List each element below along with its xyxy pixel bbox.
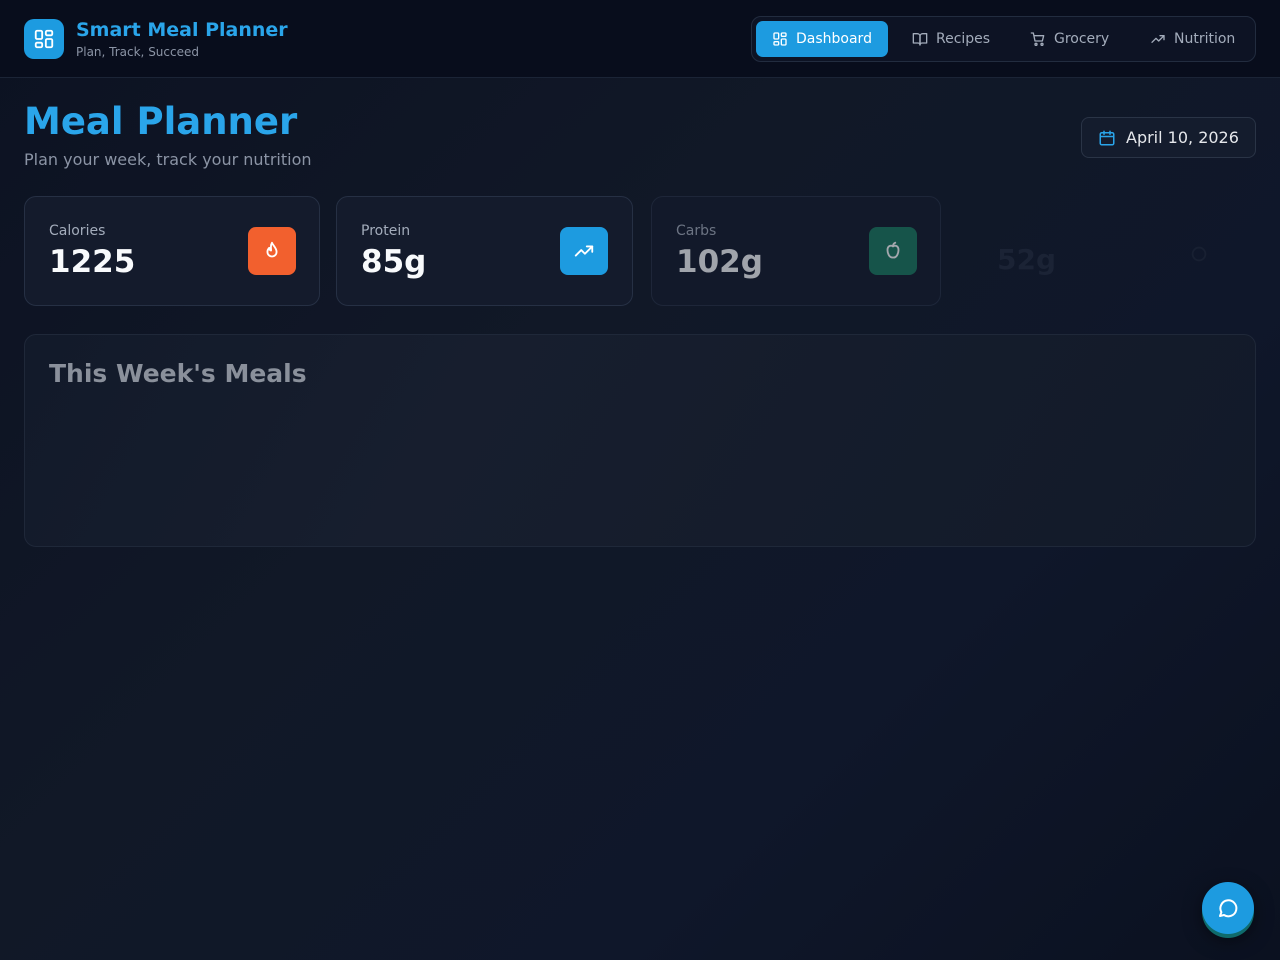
date-picker[interactable]: April 10, 2026 xyxy=(1081,117,1256,158)
stat-value-faded: 52g xyxy=(997,243,1057,276)
trending-up-icon xyxy=(1151,35,1165,43)
book-open-icon xyxy=(912,33,928,46)
app-title: Smart Meal Planner xyxy=(76,19,288,41)
current-date: April 10, 2026 xyxy=(1126,128,1239,147)
app-logo[interactable] xyxy=(24,19,64,59)
nav-nutrition[interactable]: Nutrition xyxy=(1134,21,1249,57)
nav-dashboard-label: Dashboard xyxy=(796,31,872,47)
flame-icon xyxy=(266,241,278,258)
main-nav: Dashboard Recipes Grocery Nutrition xyxy=(751,16,1256,62)
apple-icon xyxy=(886,241,900,259)
dashboard-grid-icon xyxy=(773,32,787,46)
section-title: This Week's Meals xyxy=(49,359,307,388)
stat-icon-box xyxy=(248,227,296,275)
stat-icon-box xyxy=(560,227,608,275)
nav-nutrition-label: Nutrition xyxy=(1174,31,1236,47)
trending-up-icon xyxy=(574,245,594,257)
chat-button[interactable] xyxy=(1202,882,1254,934)
stat-label: Calories xyxy=(49,223,106,239)
chat-bubble-icon xyxy=(1219,899,1238,918)
app-tagline: Plan, Track, Succeed xyxy=(76,45,199,59)
calendar-icon xyxy=(1099,130,1115,145)
stat-value: 85g xyxy=(361,244,427,280)
stat-value: 1225 xyxy=(49,244,136,280)
page-subtitle: Plan your week, track your nutrition xyxy=(24,150,312,169)
stat-label: Protein xyxy=(361,223,411,239)
app-header: Smart Meal Planner Plan, Track, Succeed … xyxy=(0,0,1280,78)
shopping-cart-icon xyxy=(1030,32,1045,46)
dashboard-grid-icon xyxy=(34,29,54,49)
stat-card-protein: Protein 85g xyxy=(336,196,633,306)
nav-grocery-label: Grocery xyxy=(1054,31,1110,47)
nav-dashboard[interactable]: Dashboard xyxy=(756,21,888,57)
page-title: Meal Planner xyxy=(24,100,298,143)
stat-icon-box xyxy=(869,227,917,275)
weekly-meals-panel: This Week's Meals xyxy=(24,334,1256,547)
stat-label: Carbs xyxy=(676,223,717,239)
stat-value: 102g xyxy=(676,244,763,280)
stat-card-carbs: Carbs 102g xyxy=(651,196,941,306)
nav-recipes-label: Recipes xyxy=(936,31,991,47)
stat-card-calories: Calories 1225 xyxy=(24,196,320,306)
stat-icon-faded xyxy=(1191,246,1207,262)
nav-grocery[interactable]: Grocery xyxy=(1014,21,1126,57)
nav-recipes[interactable]: Recipes xyxy=(896,21,1002,57)
